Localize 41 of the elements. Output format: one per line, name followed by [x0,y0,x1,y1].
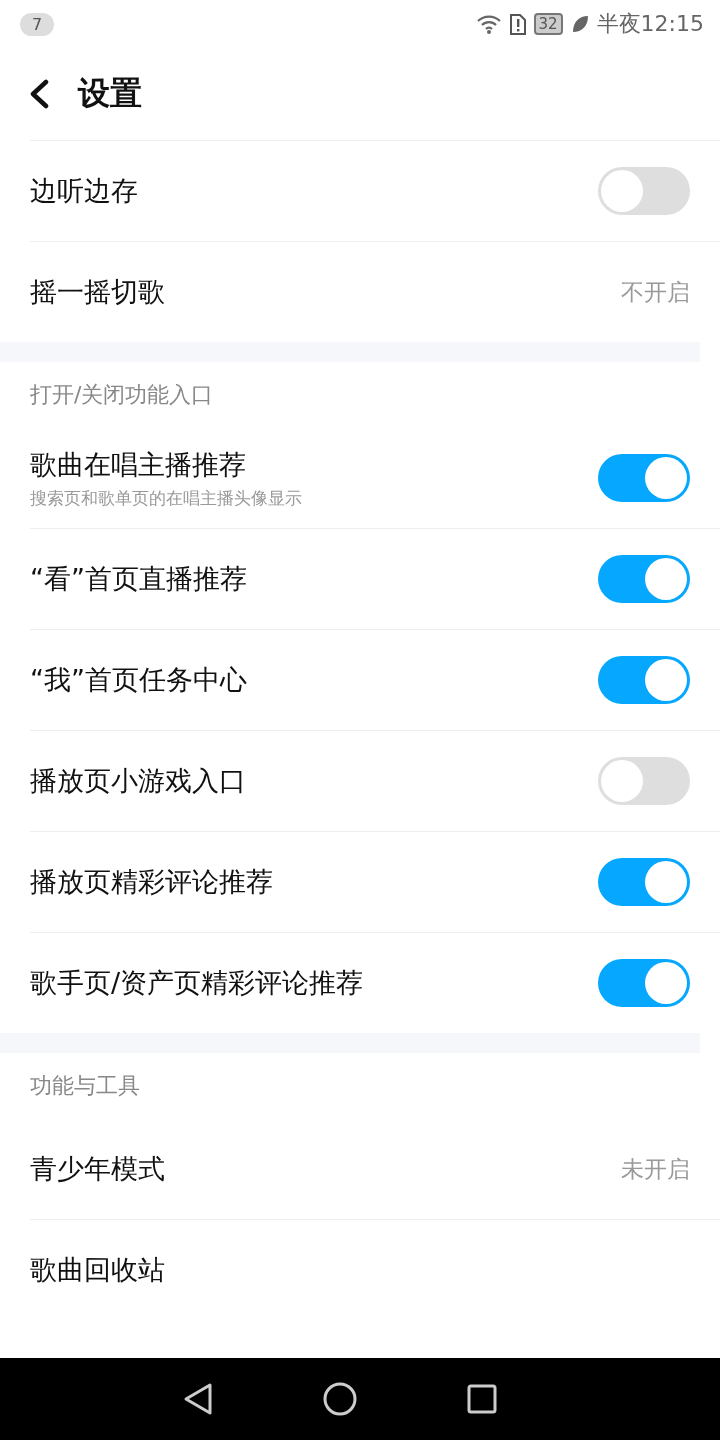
setting-label: 歌曲在唱主播推荐 [30,447,247,482]
section-title: 功能与工具 [29,1072,141,1100]
home-nav-icon[interactable] [323,1382,357,1416]
setting-label: 青少年模式 [30,1152,165,1186]
setting-label: 摇一摇切歌 [30,275,165,309]
setting-label: 歌手页/资产页精彩评论推荐 [30,966,364,1000]
toggle-switch[interactable] [598,454,690,502]
setting-label: 歌曲回收站 [30,1253,165,1287]
section-title: 打开/关闭功能入口 [29,381,215,409]
back-button[interactable] [28,79,50,109]
page-title: 设置 [78,73,142,114]
setting-label: “我”首页任务中心 [30,663,247,697]
settings-row[interactable]: 青少年模式 未开启 [30,1119,720,1219]
toggle-switch[interactable] [598,555,690,603]
setting-value: 未开启 [621,1154,690,1184]
settings-row[interactable]: 歌曲回收站 [30,1219,720,1320]
settings-row[interactable]: “我”首页任务中心 [30,629,720,730]
leaf-icon [570,14,589,34]
toggle-switch[interactable] [598,757,690,805]
setting-label: “看”首页直播推荐 [30,562,247,596]
notification-badge: 7 [20,12,55,36]
wifi-icon [475,13,502,35]
clock: 半夜12:15 [596,10,704,38]
back-nav-icon[interactable] [183,1382,213,1416]
toggle-switch[interactable] [598,858,690,906]
recents-nav-icon[interactable] [467,1384,497,1414]
setting-description: 搜索页和歌单页的在唱主播头像显示 [30,486,302,510]
toggle-switch[interactable] [598,959,690,1007]
setting-label: 播放页精彩评论推荐 [30,865,273,899]
setting-value: 不开启 [621,277,690,307]
toggle-switch[interactable] [598,167,690,215]
settings-row[interactable]: “看”首页直播推荐 [30,528,720,629]
setting-label: 播放页小游戏入口 [30,764,246,798]
settings-row[interactable]: 播放页精彩评论推荐 [30,831,720,932]
sim-alert-icon [509,12,526,36]
battery-level: 32 [533,13,563,35]
toggle-switch[interactable] [598,656,690,704]
settings-row[interactable]: 歌曲在唱主播推荐 搜索页和歌单页的在唱主播头像显示 [30,428,720,528]
settings-row[interactable]: 边听边存 [30,140,720,241]
setting-label: 边听边存 [30,174,138,208]
settings-row[interactable]: 播放页小游戏入口 [30,730,720,831]
